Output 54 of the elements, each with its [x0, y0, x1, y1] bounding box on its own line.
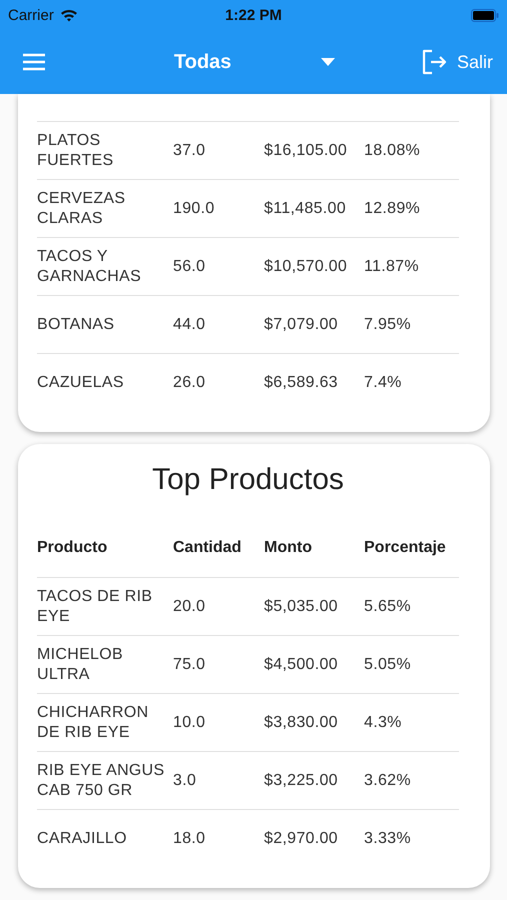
- table-cell-text: $3,830.00: [264, 712, 339, 732]
- table-cell-text: CHICHARRON DE RIB EYE: [37, 702, 150, 742]
- table-cell-text: 11.87%: [364, 256, 420, 276]
- column-header: Cantidad: [173, 539, 242, 557]
- table-cell-text: 18.08%: [364, 140, 422, 160]
- table-cell-text: 56.0: [173, 256, 206, 276]
- table-cell-text: 3.33%: [364, 828, 412, 848]
- table-cell-text: CAZUELAS: [37, 372, 125, 392]
- table-cell-text: $3,225.00: [264, 770, 339, 790]
- logout-icon: [420, 49, 447, 75]
- carrier-label: Carrier: [8, 6, 54, 24]
- table-cell-text: CERVEZAS CLARAS: [37, 188, 126, 228]
- column-header: Producto: [37, 539, 108, 557]
- status-time: 1:22 PM: [225, 6, 282, 24]
- table-cell-text: 44.0: [173, 314, 206, 334]
- table-cell-text: 20.0: [173, 596, 206, 616]
- table-cell-text: $4,500.00: [264, 654, 339, 674]
- column-header: Porcentaje: [364, 539, 447, 557]
- table-cell-text: PLATOS FUERTES: [37, 130, 114, 170]
- column-header: Monto: [264, 539, 313, 557]
- table-cell-text: 18.0: [173, 828, 206, 848]
- table-cell-text: 26.0: [173, 372, 206, 392]
- table-cell-text: 4.3%: [364, 712, 403, 732]
- logout-button[interactable]: Salir: [420, 49, 493, 75]
- table-cell-text: 37.0: [173, 140, 206, 160]
- table-cell-text: $11,485.00: [264, 198, 347, 218]
- table-cell-text: $2,970.00: [264, 828, 339, 848]
- filter-dropdown-value[interactable]: Todas: [174, 50, 232, 74]
- menu-icon[interactable]: [22, 53, 46, 71]
- table-cell-text: BOTANAS: [37, 314, 116, 334]
- table-cell-text: 12.89%: [364, 198, 422, 218]
- table-cell-text: $7,079.00: [264, 314, 339, 334]
- wifi-icon: [60, 8, 78, 22]
- table-cell-text: MICHELOB ULTRA: [37, 644, 124, 684]
- dropdown-caret-icon[interactable]: [321, 58, 336, 66]
- table-cell-text: $6,589.63: [264, 372, 339, 392]
- table-cell-text: RIB EYE ANGUS CAB 750 GR: [37, 760, 166, 800]
- table-cell-text: 190.0: [173, 198, 216, 218]
- table-cell-text: 10.0: [173, 712, 206, 732]
- table-cell-text: TACOS Y GARNACHAS: [37, 246, 142, 286]
- table-cell-text: $10,570.00: [264, 256, 348, 276]
- table-cell-text: $16,105.00: [264, 140, 348, 160]
- table-cell-text: 5.65%: [364, 596, 412, 616]
- table-cell-text: 7.95%: [364, 314, 412, 334]
- card-title: Top Productos: [151, 462, 345, 498]
- table-cell-text: $5,035.00: [264, 596, 339, 616]
- battery-icon: [471, 8, 499, 22]
- table-cell-text: 5.05%: [364, 654, 412, 674]
- table-cell-text: TACOS DE RIB EYE: [37, 586, 154, 626]
- table-cell-text: CARAJILLO: [37, 828, 128, 848]
- table-cell-text: 75.0: [173, 654, 206, 674]
- table-cell-text: 3.62%: [364, 770, 412, 790]
- table-cell-text: 7.4%: [364, 372, 403, 392]
- table-cell-text: 3.0: [173, 770, 198, 790]
